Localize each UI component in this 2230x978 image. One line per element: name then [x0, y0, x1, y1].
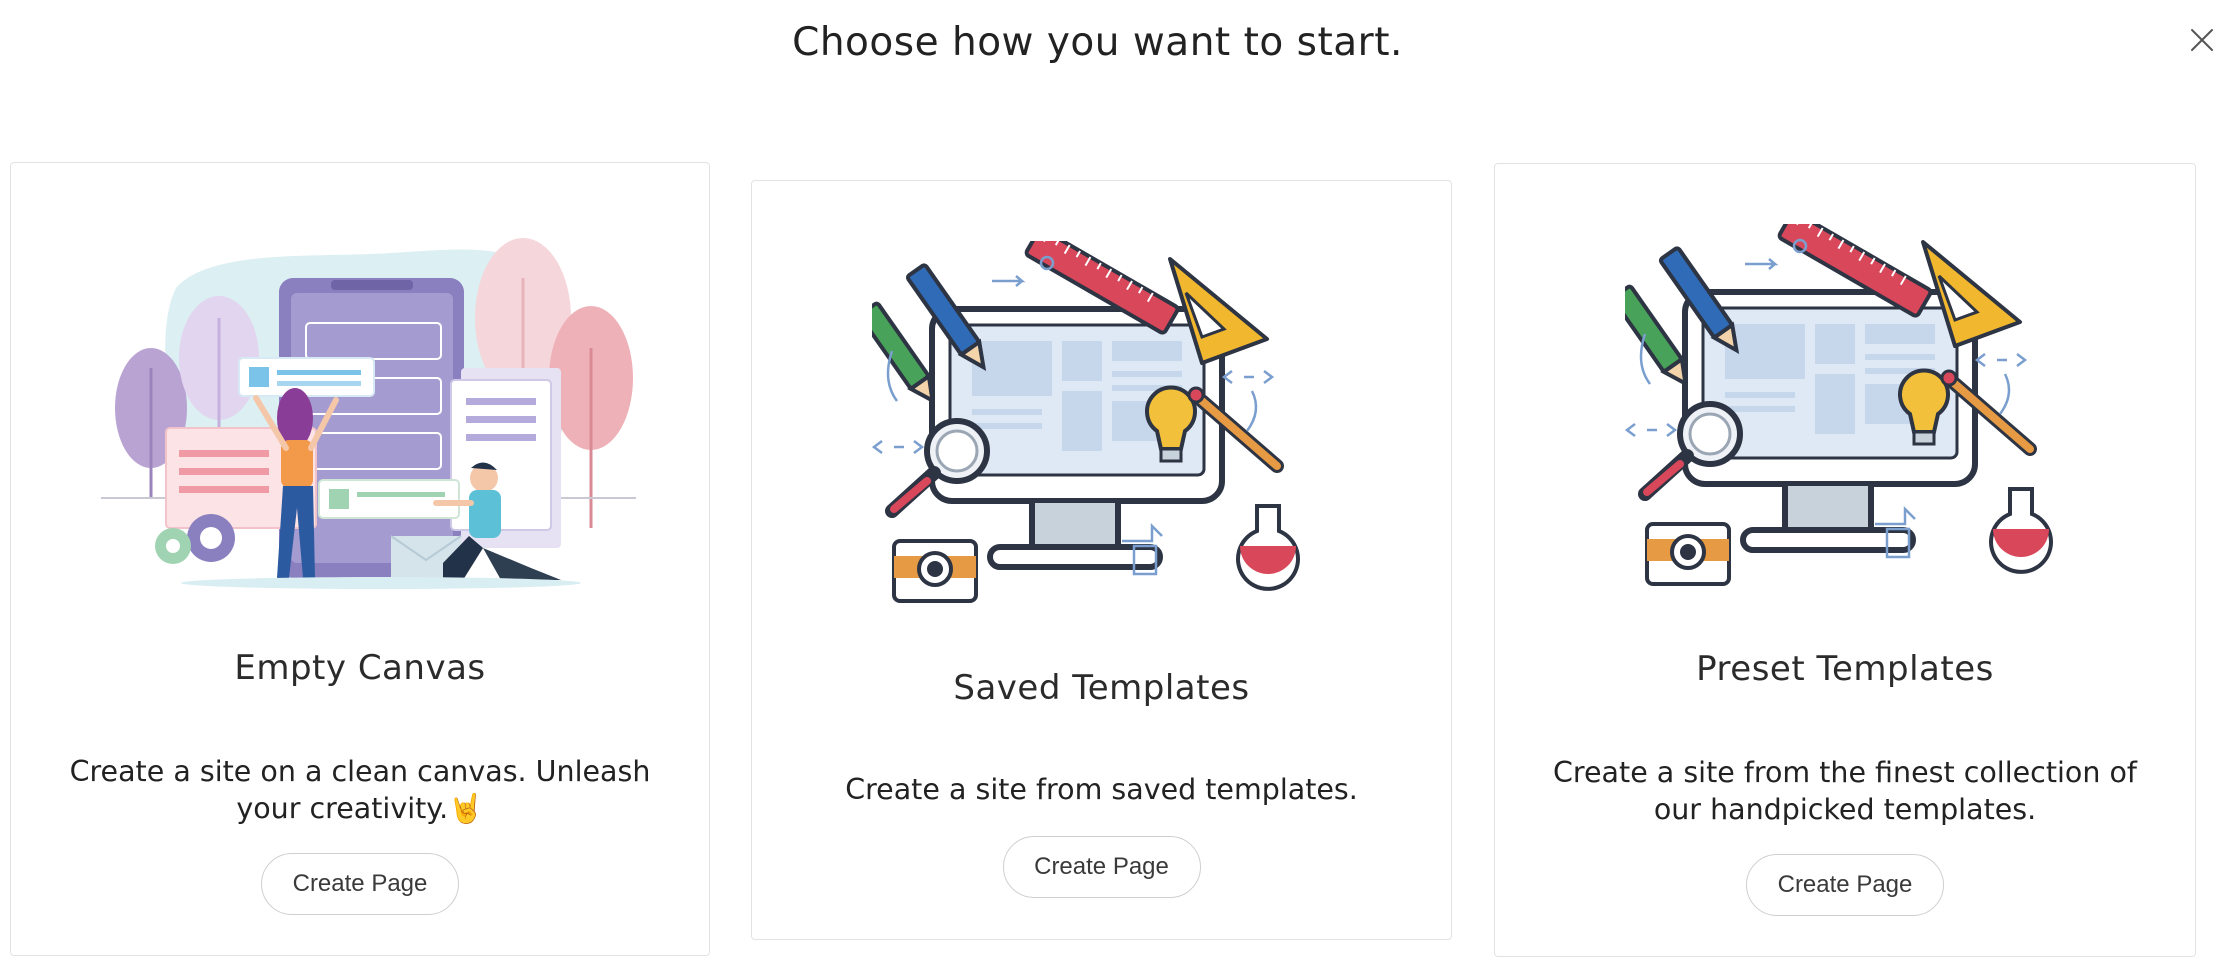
saved-templates-card[interactable]: Saved Templates Create a site from saved… — [751, 180, 1452, 940]
preset-templates-create-page-button[interactable]: Create Page — [1746, 854, 1944, 916]
empty-canvas-create-page-button[interactable]: Create Page — [261, 853, 459, 915]
monitor-design-tools-illustration — [872, 241, 1300, 603]
card-description: Create a site from saved templates. — [845, 773, 1358, 806]
card-description: Create a site from the finest collection… — [1553, 756, 2137, 826]
card-description-text: Create a site on a clean canvas. Unleash… — [69, 755, 651, 825]
card-description: Create a site on a clean canvas. Unleash… — [61, 753, 659, 827]
card-title: Saved Templates — [953, 668, 1250, 708]
saved-templates-create-page-button[interactable]: Create Page — [1002, 836, 1201, 898]
card-title: Preset Templates — [1696, 649, 1994, 689]
close-icon[interactable] — [2188, 26, 2216, 54]
preset-templates-card[interactable]: Preset Templates Create a site from the … — [1494, 163, 2196, 957]
people-building-website-illustration — [101, 238, 636, 589]
card-title: Empty Canvas — [234, 648, 486, 688]
rock-hand-emoji: 🤘 — [448, 792, 484, 825]
page-title: Choose how you want to start. — [792, 20, 1403, 65]
empty-canvas-card[interactable]: Empty Canvas Create a site on a clean ca… — [10, 162, 710, 956]
monitor-design-tools-illustration — [1625, 224, 2053, 586]
